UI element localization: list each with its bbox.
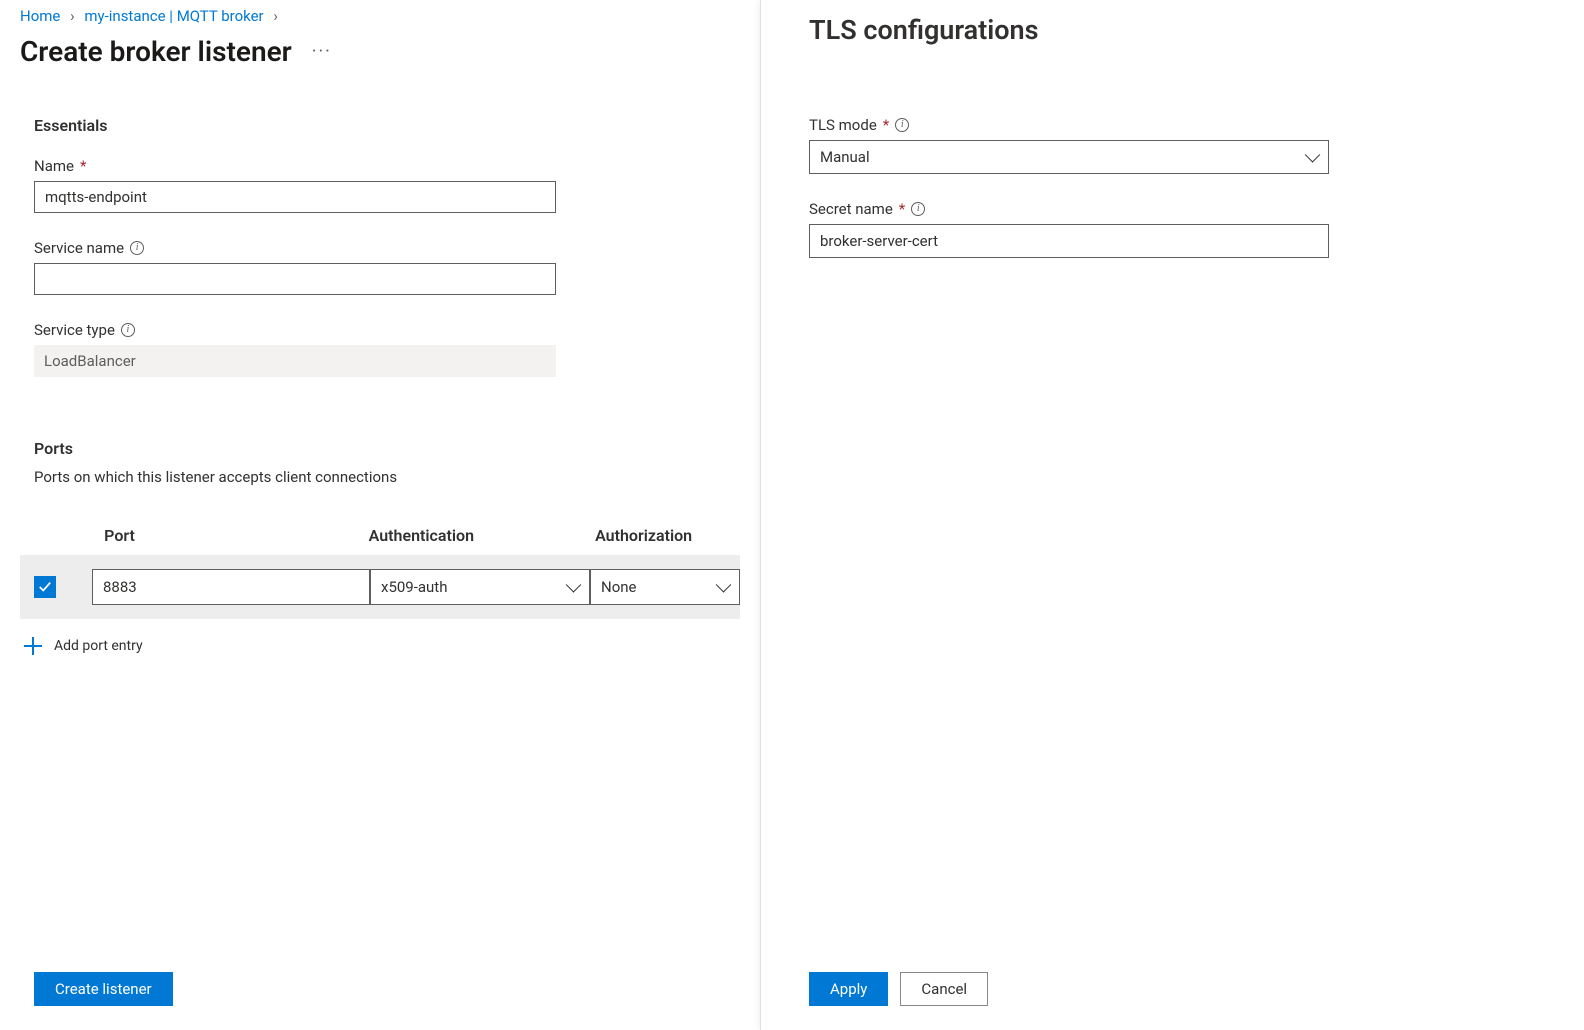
main-pane: Home › my-instance | MQTT broker › Creat… — [0, 0, 760, 1030]
col-port-header: Port — [90, 526, 368, 545]
authorization-value: None — [601, 578, 637, 596]
plus-icon — [24, 637, 42, 655]
port-input[interactable] — [92, 569, 370, 605]
tls-config-pane: TLS configurations TLS mode * i Manual S… — [760, 0, 1584, 1030]
col-auth-header: Authentication — [369, 526, 595, 545]
essentials-heading: Essentials — [34, 116, 740, 135]
row-checkbox[interactable] — [34, 576, 56, 598]
authentication-value: x509-auth — [381, 578, 447, 596]
add-port-label: Add port entry — [54, 638, 143, 654]
side-pane-title: TLS configurations — [809, 14, 1536, 46]
required-marker: * — [883, 116, 889, 134]
ports-header-row: Port Authentication Authorization — [20, 526, 740, 545]
name-field: Name * — [34, 157, 740, 213]
ports-heading: Ports — [34, 439, 740, 458]
check-icon — [38, 580, 52, 594]
authorization-select[interactable]: None — [590, 569, 740, 605]
ports-description: Ports on which this listener accepts cli… — [34, 468, 740, 486]
info-icon[interactable]: i — [130, 241, 144, 255]
more-icon[interactable]: ··· — [312, 41, 332, 62]
required-marker: * — [899, 200, 905, 218]
essentials-section: Essentials Name * Service name i Service… — [20, 116, 740, 403]
service-name-input[interactable] — [34, 263, 556, 295]
service-name-label: Service name — [34, 239, 124, 257]
tls-mode-value: Manual — [820, 148, 870, 166]
chevron-right-icon: › — [70, 7, 75, 25]
table-row: x509-auth None — [20, 555, 740, 619]
required-marker: * — [80, 157, 86, 175]
add-port-entry-button[interactable]: Add port entry — [20, 637, 740, 655]
info-icon[interactable]: i — [121, 323, 135, 337]
tls-mode-field: TLS mode * i Manual — [809, 116, 1536, 174]
title-row: Create broker listener ··· — [20, 35, 740, 68]
tls-mode-label: TLS mode — [809, 116, 877, 134]
apply-button[interactable]: Apply — [809, 972, 888, 1006]
side-footer: Apply Cancel — [809, 972, 1536, 1030]
name-input[interactable] — [34, 181, 556, 213]
col-authz-header: Authorization — [595, 526, 740, 545]
info-icon[interactable]: i — [911, 202, 925, 216]
ports-grid: Port Authentication Authorization x509-a… — [20, 526, 740, 655]
breadcrumb-home[interactable]: Home — [20, 7, 60, 25]
authentication-select[interactable]: x509-auth — [370, 569, 590, 605]
secret-name-field: Secret name * i — [809, 200, 1536, 258]
breadcrumb: Home › my-instance | MQTT broker › — [20, 5, 740, 27]
secret-name-label: Secret name — [809, 200, 893, 218]
create-listener-button[interactable]: Create listener — [34, 972, 173, 1006]
secret-name-input[interactable] — [809, 224, 1329, 258]
ports-section: Ports Ports on which this listener accep… — [20, 439, 740, 655]
info-icon[interactable]: i — [895, 118, 909, 132]
service-name-field: Service name i — [34, 239, 740, 295]
service-type-field: Service type i LoadBalancer — [34, 321, 740, 377]
name-label: Name — [34, 157, 74, 175]
cancel-button[interactable]: Cancel — [900, 972, 988, 1006]
main-footer: Create listener — [20, 958, 740, 1030]
chevron-right-icon: › — [273, 7, 278, 25]
breadcrumb-instance[interactable]: my-instance | MQTT broker — [84, 7, 263, 25]
page-title: Create broker listener — [20, 35, 292, 68]
tls-mode-select[interactable]: Manual — [809, 140, 1329, 174]
service-type-label: Service type — [34, 321, 115, 339]
service-type-readonly: LoadBalancer — [34, 345, 556, 377]
